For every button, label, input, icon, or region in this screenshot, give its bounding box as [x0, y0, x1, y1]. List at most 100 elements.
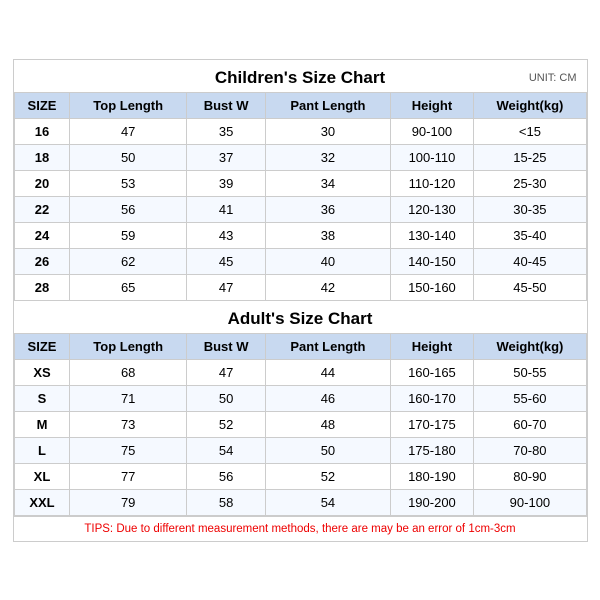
- table-cell: 16: [14, 118, 70, 144]
- table-cell: 40-45: [474, 248, 586, 274]
- table-cell: 71: [70, 385, 186, 411]
- table-cell: 160-165: [390, 359, 474, 385]
- table-cell: 55-60: [474, 385, 586, 411]
- table-cell: 50-55: [474, 359, 586, 385]
- adult-title-row: Adult's Size Chart: [14, 301, 587, 333]
- adult-size-table: SIZE Top Length Bust W Pant Length Heigh…: [14, 333, 587, 516]
- table-cell: XXL: [14, 489, 70, 515]
- table-cell: 39: [186, 170, 265, 196]
- table-cell: 35-40: [474, 222, 586, 248]
- table-cell: 190-200: [390, 489, 474, 515]
- table-row: XXL795854190-20090-100: [14, 489, 586, 515]
- children-title-row: Children's Size Chart UNIT: CM: [14, 60, 587, 92]
- table-cell: 28: [14, 274, 70, 300]
- table-cell: S: [14, 385, 70, 411]
- table-cell: 44: [266, 359, 390, 385]
- table-cell: 40: [266, 248, 390, 274]
- table-cell: 100-110: [390, 144, 474, 170]
- table-cell: 160-170: [390, 385, 474, 411]
- table-cell: 24: [14, 222, 70, 248]
- table-cell: 47: [186, 359, 265, 385]
- table-cell: 36: [266, 196, 390, 222]
- table-cell: 47: [70, 118, 186, 144]
- table-cell: M: [14, 411, 70, 437]
- table-cell: 53: [70, 170, 186, 196]
- table-cell: 45: [186, 248, 265, 274]
- table-cell: 68: [70, 359, 186, 385]
- table-cell: 110-120: [390, 170, 474, 196]
- table-cell: 50: [70, 144, 186, 170]
- table-cell: 52: [266, 463, 390, 489]
- table-cell: 65: [70, 274, 186, 300]
- col-height-adult: Height: [390, 333, 474, 359]
- adult-table-body: XS684744160-16550-55S715046160-17055-60M…: [14, 359, 586, 515]
- col-pant-length: Pant Length: [266, 92, 390, 118]
- col-size-adult: SIZE: [14, 333, 70, 359]
- table-cell: 26: [14, 248, 70, 274]
- adult-chart-title: Adult's Size Chart: [228, 309, 373, 329]
- table-cell: 175-180: [390, 437, 474, 463]
- table-cell: 15-25: [474, 144, 586, 170]
- table-cell: 150-160: [390, 274, 474, 300]
- table-cell: 22: [14, 196, 70, 222]
- children-size-table: SIZE Top Length Bust W Pant Length Heigh…: [14, 92, 587, 301]
- table-cell: 41: [186, 196, 265, 222]
- table-row: 1647353090-100<15: [14, 118, 586, 144]
- table-cell: 90-100: [474, 489, 586, 515]
- table-cell: 46: [266, 385, 390, 411]
- table-cell: 79: [70, 489, 186, 515]
- table-cell: 73: [70, 411, 186, 437]
- table-cell: 32: [266, 144, 390, 170]
- table-cell: 170-175: [390, 411, 474, 437]
- table-cell: 62: [70, 248, 186, 274]
- size-chart-container: Children's Size Chart UNIT: CM SIZE Top …: [13, 59, 588, 542]
- table-row: 24594338130-14035-40: [14, 222, 586, 248]
- col-weight: Weight(kg): [474, 92, 586, 118]
- table-cell: <15: [474, 118, 586, 144]
- table-cell: 80-90: [474, 463, 586, 489]
- table-cell: 20: [14, 170, 70, 196]
- table-cell: 43: [186, 222, 265, 248]
- col-height: Height: [390, 92, 474, 118]
- table-row: XL775652180-19080-90: [14, 463, 586, 489]
- table-cell: 54: [186, 437, 265, 463]
- children-header-row: SIZE Top Length Bust W Pant Length Heigh…: [14, 92, 586, 118]
- table-cell: 180-190: [390, 463, 474, 489]
- table-row: L755450175-18070-80: [14, 437, 586, 463]
- table-cell: 25-30: [474, 170, 586, 196]
- adult-table-header: SIZE Top Length Bust W Pant Length Heigh…: [14, 333, 586, 359]
- table-cell: 30: [266, 118, 390, 144]
- table-row: 18503732100-11015-25: [14, 144, 586, 170]
- table-cell: 38: [266, 222, 390, 248]
- table-cell: 35: [186, 118, 265, 144]
- col-pant-length-adult: Pant Length: [266, 333, 390, 359]
- table-cell: 130-140: [390, 222, 474, 248]
- col-bust-w-adult: Bust W: [186, 333, 265, 359]
- table-cell: 48: [266, 411, 390, 437]
- table-cell: 90-100: [390, 118, 474, 144]
- table-cell: 70-80: [474, 437, 586, 463]
- col-weight-adult: Weight(kg): [474, 333, 586, 359]
- col-size: SIZE: [14, 92, 70, 118]
- table-cell: 50: [266, 437, 390, 463]
- table-cell: 45-50: [474, 274, 586, 300]
- table-row: S715046160-17055-60: [14, 385, 586, 411]
- table-cell: 34: [266, 170, 390, 196]
- table-cell: 54: [266, 489, 390, 515]
- table-cell: XL: [14, 463, 70, 489]
- table-cell: 18: [14, 144, 70, 170]
- unit-label: UNIT: CM: [529, 72, 577, 84]
- children-table-body: 1647353090-100<1518503732100-11015-25205…: [14, 118, 586, 300]
- table-row: XS684744160-16550-55: [14, 359, 586, 385]
- table-cell: 50: [186, 385, 265, 411]
- table-cell: 37: [186, 144, 265, 170]
- table-row: 20533934110-12025-30: [14, 170, 586, 196]
- adult-header-row: SIZE Top Length Bust W Pant Length Heigh…: [14, 333, 586, 359]
- table-cell: 30-35: [474, 196, 586, 222]
- table-row: 28654742150-16045-50: [14, 274, 586, 300]
- children-chart-title: Children's Size Chart: [215, 68, 385, 88]
- table-cell: 42: [266, 274, 390, 300]
- table-cell: 47: [186, 274, 265, 300]
- tips-text: TIPS: Due to different measurement metho…: [84, 523, 515, 535]
- col-bust-w: Bust W: [186, 92, 265, 118]
